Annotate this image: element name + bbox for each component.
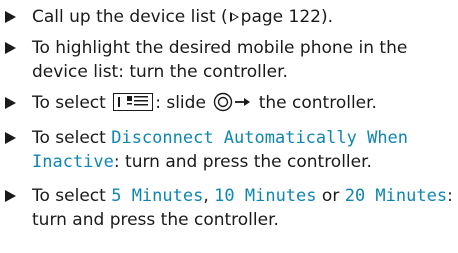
step-text: To select [32,128,112,148]
controller-slide-right-icon [213,92,253,119]
step-text: To select [32,93,112,113]
step-bullet-icon [5,97,16,109]
step-select-menu: To select : slide the controller. [0,91,458,119]
menu-option-10-minutes: 10 Minutes [214,186,317,206]
step-highlight-phone: To highlight the desired mobile phone in… [0,36,458,84]
step-bullet-icon [5,132,16,144]
step-text: To select [32,186,112,206]
step-text: Call up the device list ( [32,7,228,27]
menu-option-5-minutes: 5 Minutes [111,186,204,206]
step-bullet-icon [5,190,16,202]
step-text: To highlight the desired mobile phone in… [32,38,408,82]
step-select-timeout: To select 5 Minutes, 10 Minutes or 20 Mi… [0,184,458,232]
menu-list-icon [113,93,154,111]
step-select-disconnect-option: To select Disconnect Automatically When … [0,126,458,174]
step-text-middle: : slide [155,93,212,113]
step-text-end: the controller. [253,93,377,113]
menu-option-20-minutes: 20 Minutes [344,186,448,206]
step-text-end: : turn and press the controller. [113,152,372,172]
instruction-list: Call up the device list ( page 122). To h… [0,5,458,239]
step-bullet-icon [5,11,16,23]
page-reference-icon [229,12,239,22]
step-bullet-icon [5,42,16,54]
separator-text: or [316,186,345,206]
page-reference: page 122 [240,7,321,27]
separator-text: , [203,186,215,206]
step-call-up-device-list: Call up the device list ( page 122). [0,5,458,29]
step-text-end: ). [320,7,334,27]
